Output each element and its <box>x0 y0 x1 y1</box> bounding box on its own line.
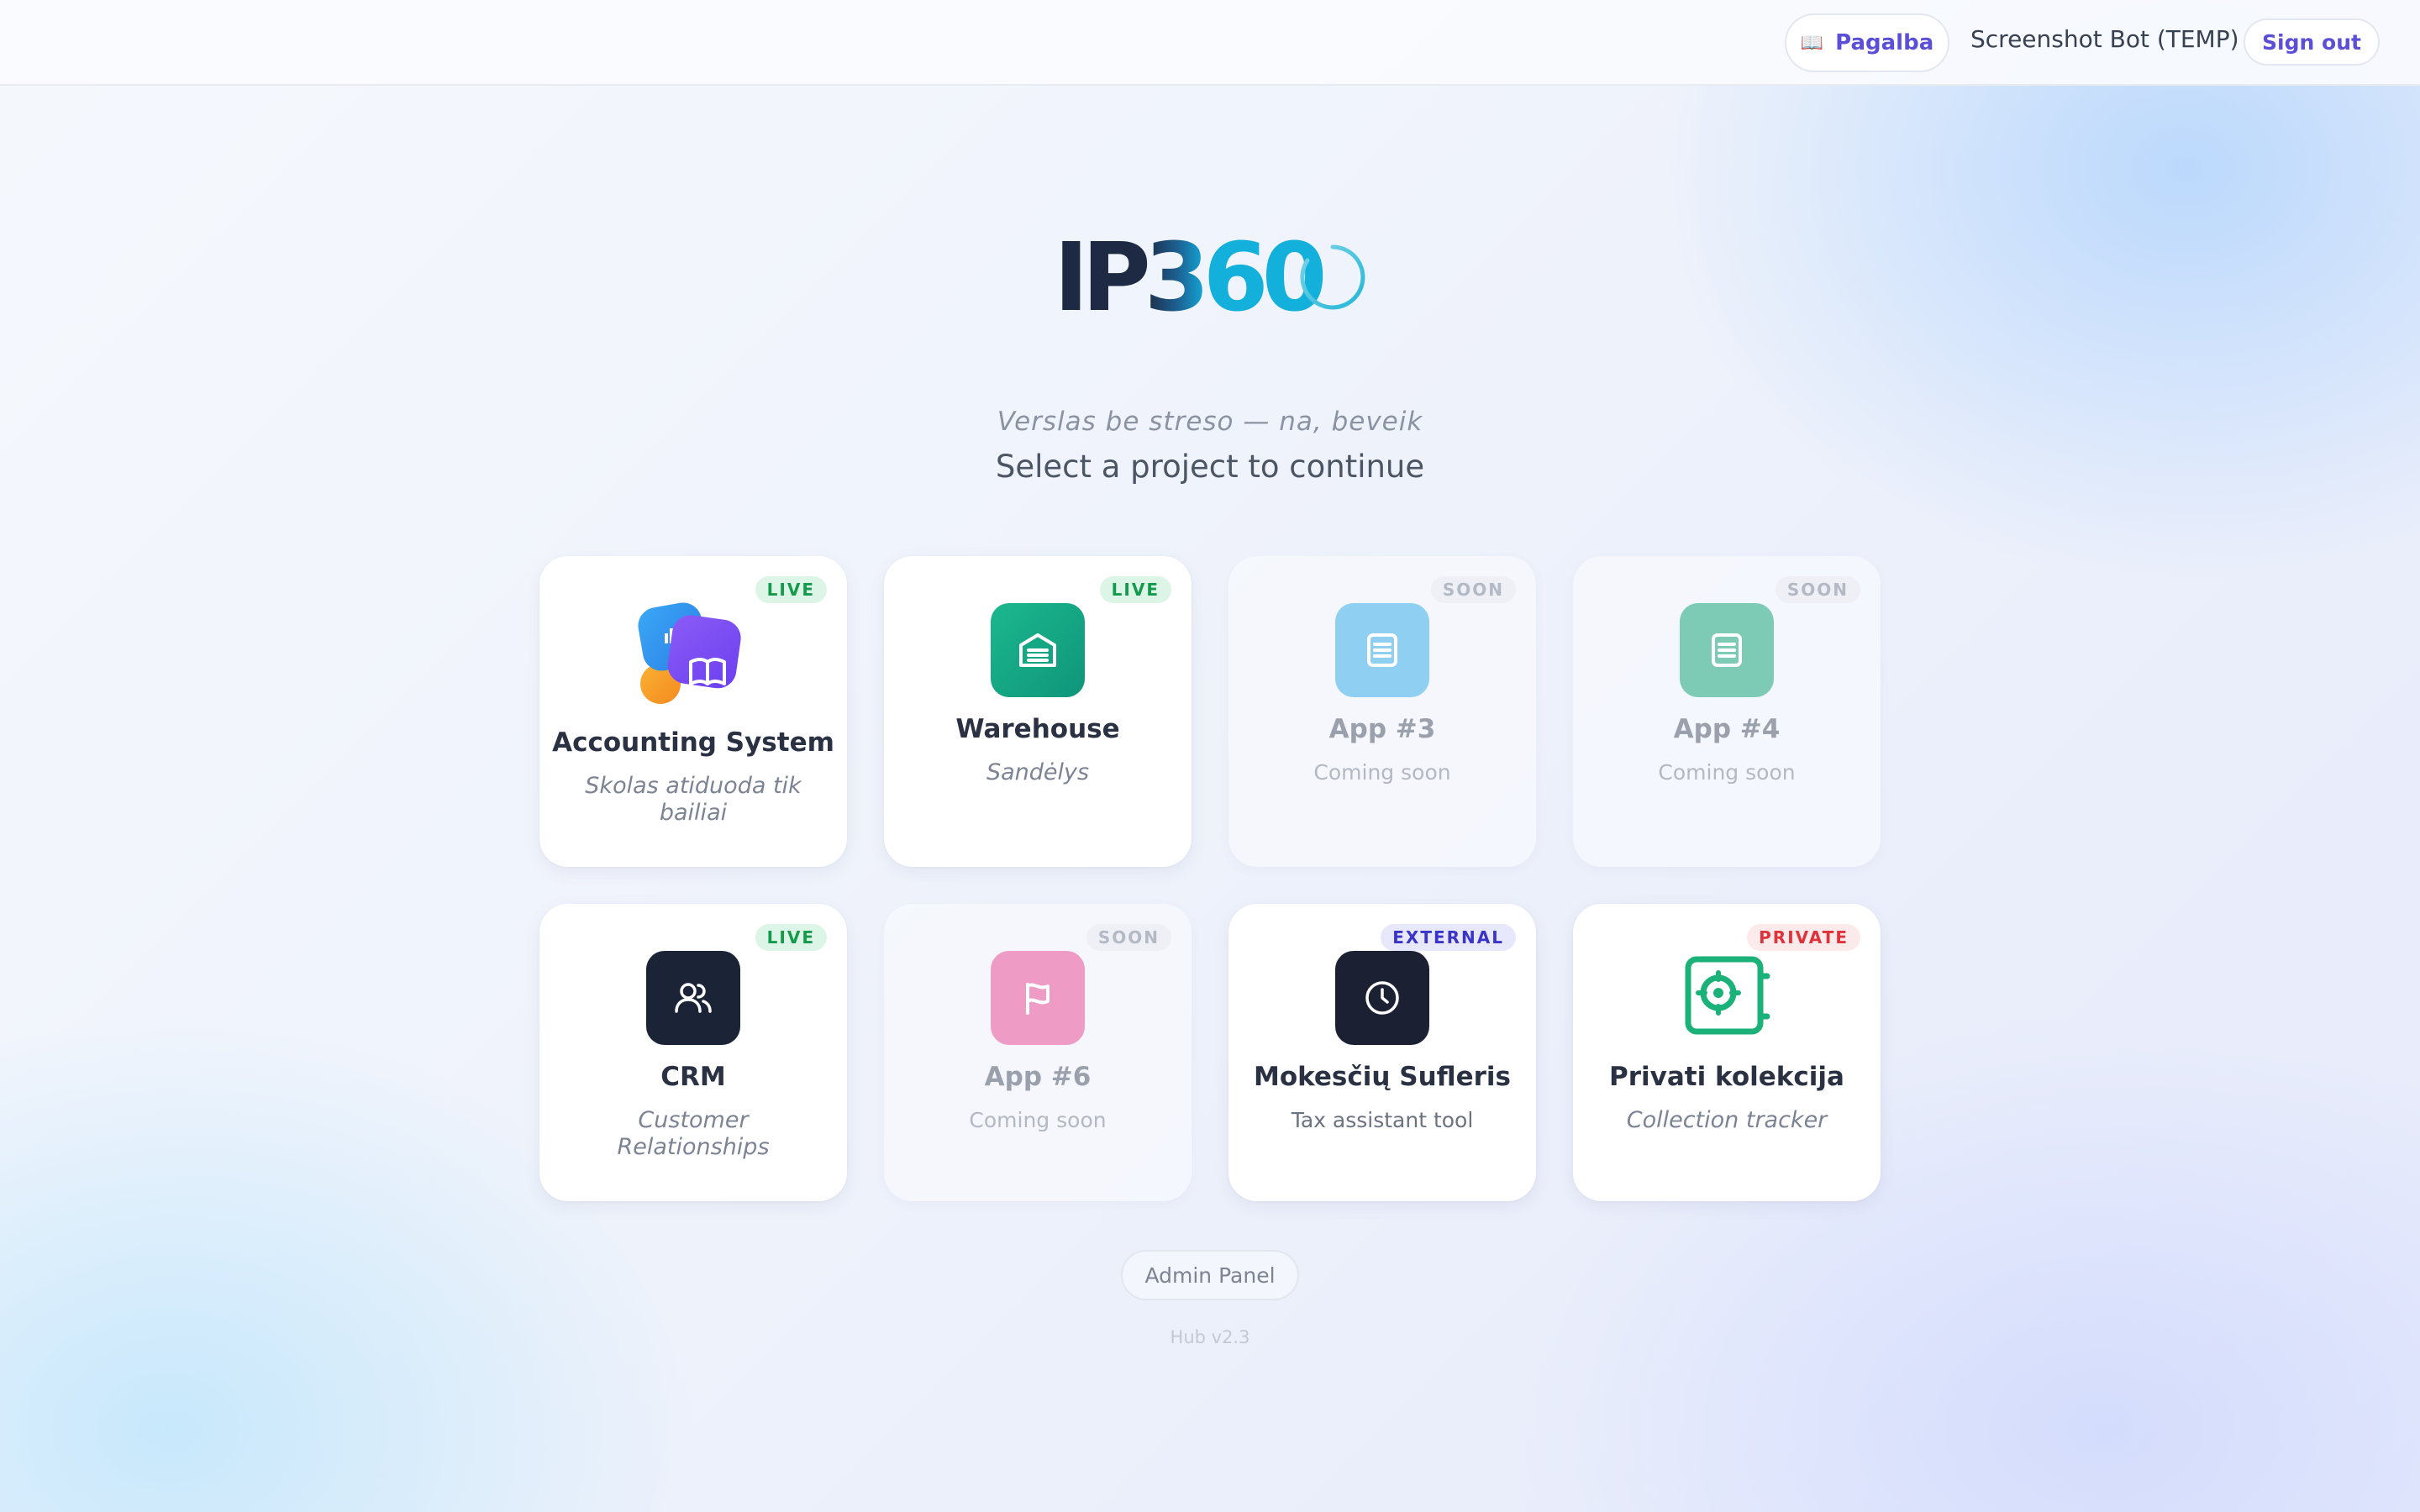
project-card-mokesciu-sufleris[interactable]: EXTERNAL Mokesčių Sufleris Tax assistant… <box>1228 904 1536 1201</box>
app-logo: IP 3 60 <box>1054 223 1328 333</box>
sign-out-button[interactable]: Sign out <box>2244 18 2380 66</box>
logo-text-3: 3 <box>1144 223 1210 333</box>
card-title: App #4 <box>1673 714 1781 744</box>
status-badge: SOON <box>1086 924 1171 951</box>
project-card-app-3: SOON App #3 Coming soon <box>1228 556 1536 867</box>
document-icon <box>1335 603 1429 697</box>
logo-ring-icon <box>1300 244 1365 310</box>
card-description: Collection tracker <box>1626 1107 1828 1133</box>
card-description: Sandėlys <box>986 759 1090 785</box>
help-button[interactable]: 📖 Pagalba <box>1785 13 1949 72</box>
card-description: Tax assistant tool <box>1291 1108 1474 1132</box>
project-card-crm[interactable]: LIVE CRM Customer Relationships <box>539 904 847 1201</box>
card-description: Coming soon <box>969 1108 1107 1132</box>
clock-icon <box>1335 951 1429 1045</box>
card-title: Privati kolekcija <box>1609 1062 1844 1092</box>
card-description: Customer Relationships <box>617 1107 770 1160</box>
card-title: Mokesčių Sufleris <box>1253 1062 1512 1092</box>
card-title: Warehouse <box>955 714 1120 744</box>
card-title: App #6 <box>984 1062 1092 1092</box>
logo-text-ip: IP <box>1054 223 1151 333</box>
admin-panel-button[interactable]: Admin Panel <box>1121 1250 1299 1300</box>
warehouse-icon <box>991 603 1085 697</box>
users-icon <box>646 951 740 1045</box>
tagline: Verslas be streso — na, beveik <box>997 407 1423 437</box>
accounting-app-icon <box>638 602 741 704</box>
status-badge: LIVE <box>755 576 827 603</box>
project-card-accounting[interactable]: LIVE Accounting System Skolas atiduoda t… <box>539 556 847 867</box>
version-label: Hub v2.3 <box>1170 1327 1250 1347</box>
status-badge: LIVE <box>755 924 827 951</box>
project-card-app-4: SOON App #4 Coming soon <box>1573 556 1881 867</box>
document-icon <box>1680 603 1774 697</box>
card-description: Skolas atiduoda tik bailiai <box>585 773 802 826</box>
card-title: Accounting System <box>552 727 834 758</box>
safe-icon <box>1685 956 1770 1035</box>
status-badge: EXTERNAL <box>1381 924 1516 951</box>
card-title: CRM <box>660 1062 726 1092</box>
status-badge: LIVE <box>1099 576 1171 603</box>
help-label: Pagalba <box>1835 30 1934 55</box>
top-bar: 📖 Pagalba Screenshot Bot (TEMP) Sign out <box>0 0 2420 86</box>
card-title: App #3 <box>1328 714 1436 744</box>
page-subtitle: Select a project to continue <box>995 449 1425 485</box>
project-card-app-6: SOON App #6 Coming soon <box>884 904 1192 1201</box>
flag-icon <box>991 951 1085 1045</box>
card-description: Coming soon <box>1313 760 1451 785</box>
project-card-privati-kolekcija[interactable]: PRIVATE Privati kolekcija Collection tra… <box>1573 904 1881 1201</box>
open-book-icon: 📖 <box>1800 32 1824 54</box>
card-description: Coming soon <box>1658 760 1796 785</box>
user-name: Screenshot Bot (TEMP) <box>1970 25 2239 53</box>
status-badge: PRIVATE <box>1747 924 1860 951</box>
status-badge: SOON <box>1775 576 1860 603</box>
status-badge: SOON <box>1430 576 1516 603</box>
project-card-warehouse[interactable]: LIVE Warehouse Sandėlys <box>884 556 1192 867</box>
